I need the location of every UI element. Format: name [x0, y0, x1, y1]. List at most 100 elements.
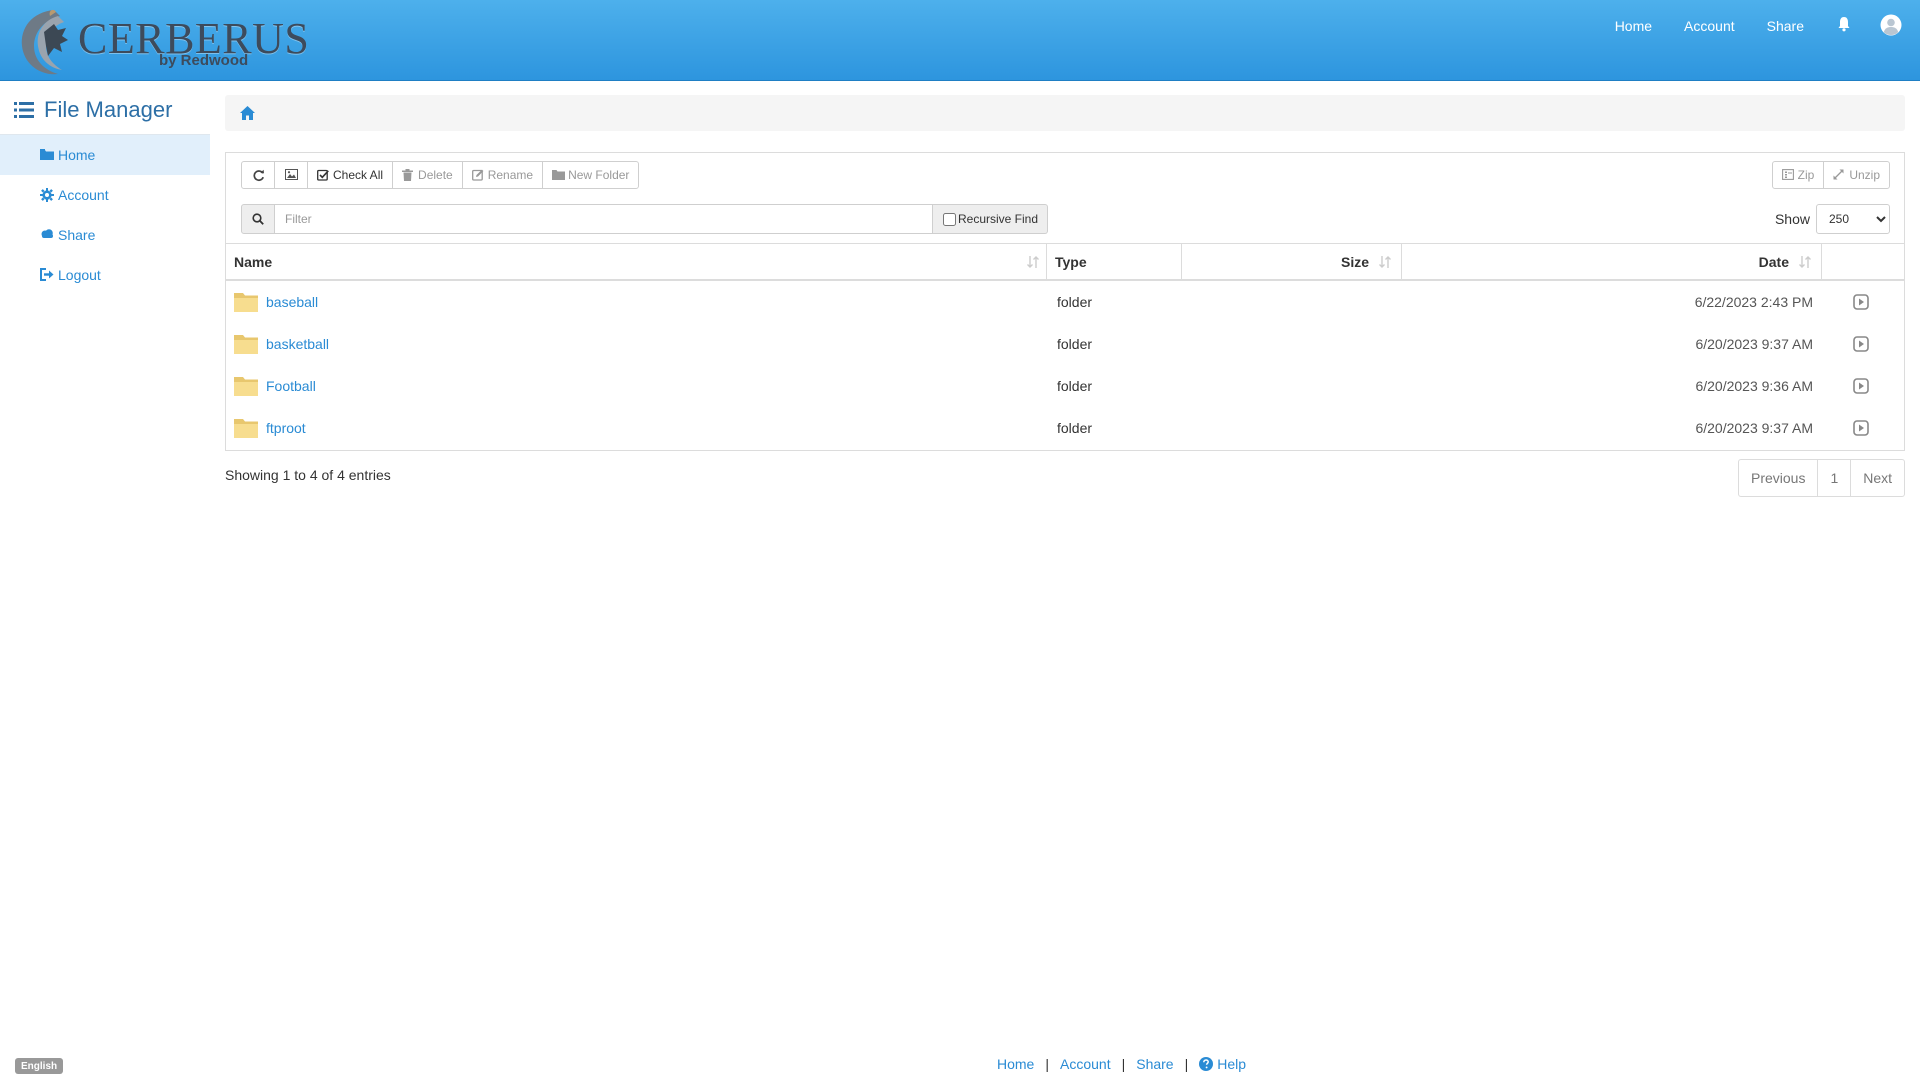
cerberus-logo[interactable]: CERBERUS by Redwood: [14, 6, 309, 78]
sidebar-item-logout[interactable]: Logout: [0, 255, 210, 295]
pagination: Previous 1 Next: [1738, 459, 1906, 497]
row-action-icon[interactable]: [1853, 323, 1869, 365]
nav-home-link[interactable]: Home: [1615, 18, 1652, 34]
unzip-label: Unzip: [1849, 168, 1880, 182]
sidebar-title: File Manager: [44, 97, 173, 122]
row-date: 6/20/2023 9:37 AM: [1695, 420, 1813, 436]
sort-icon[interactable]: [1378, 255, 1392, 269]
cloud-icon: [40, 228, 54, 242]
footer-help-link[interactable]: Help: [1199, 1056, 1246, 1072]
sidebar-item-account[interactable]: Account: [0, 175, 210, 215]
row-name-link[interactable]: basketball: [266, 323, 329, 365]
delete-label: Delete: [418, 168, 453, 182]
row-name-link[interactable]: baseball: [266, 281, 318, 323]
folder-icon: [552, 169, 566, 182]
archive-icon: [1781, 168, 1795, 182]
row-size: [1181, 323, 1371, 365]
row-type: folder: [1057, 420, 1093, 436]
table-row[interactable]: basketball folder 6/20/2023 9:37 AM: [226, 323, 1904, 365]
delete-button[interactable]: Delete: [392, 161, 463, 189]
recursive-find-toggle[interactable]: Recursive Find: [933, 204, 1049, 234]
row-size: [1181, 365, 1371, 407]
refresh-icon: [252, 169, 265, 182]
page-1-button[interactable]: 1: [1817, 459, 1852, 497]
zip-label: Zip: [1797, 168, 1815, 182]
file-toolbar: Check All Delete Rename New Folder: [241, 161, 640, 189]
search-icon: [241, 204, 275, 234]
column-date[interactable]: Date: [1401, 244, 1820, 280]
column-date-label: Date: [1758, 254, 1789, 270]
cerberus-emblem-icon: [21, 9, 68, 75]
show-label: Show: [1774, 211, 1810, 227]
footer-home-link[interactable]: Home: [997, 1056, 1034, 1072]
folder-icon: [40, 148, 54, 162]
refresh-button[interactable]: [241, 161, 275, 189]
footer-links: Home | Account | Share | Help: [997, 1056, 1246, 1072]
column-size-label: Size: [1340, 254, 1369, 270]
check-all-button[interactable]: Check All: [307, 161, 394, 189]
breadcrumb: [225, 95, 1905, 131]
new-folder-button[interactable]: New Folder: [542, 161, 640, 189]
sidebar-item-label: Share: [58, 227, 96, 243]
sidebar: File Manager Home Account Share Logout: [0, 96, 210, 295]
previous-page-button[interactable]: Previous: [1738, 459, 1819, 497]
home-icon[interactable]: [239, 105, 256, 121]
footer-account-link[interactable]: Account: [1060, 1056, 1111, 1072]
question-circle-icon: [1199, 1057, 1214, 1071]
row-date: 6/22/2023 2:43 PM: [1694, 294, 1813, 310]
user-avatar-icon[interactable]: [1880, 14, 1904, 38]
row-name-link[interactable]: Football: [266, 365, 316, 407]
sidebar-item-label: Logout: [58, 267, 101, 283]
bell-icon[interactable]: [1836, 16, 1856, 36]
recursive-find-checkbox[interactable]: [943, 212, 956, 226]
rename-button[interactable]: Rename: [461, 161, 544, 189]
zip-button[interactable]: Zip: [1771, 161, 1825, 189]
next-page-button[interactable]: Next: [1850, 459, 1906, 497]
file-name[interactable]: ftproot: [266, 420, 306, 436]
footer-separator: |: [1121, 1056, 1126, 1072]
nav-account-link[interactable]: Account: [1684, 18, 1735, 34]
table-row[interactable]: ftproot folder 6/20/2023 9:37 AM: [226, 407, 1904, 449]
footer-separator: |: [1045, 1056, 1049, 1072]
filter-row: Recursive Find: [241, 204, 1049, 234]
row-action-icon[interactable]: [1853, 365, 1869, 407]
row-size: [1181, 281, 1371, 323]
recursive-find-label: Recursive Find: [958, 212, 1039, 226]
trash-icon: [402, 168, 415, 182]
row-date: 6/20/2023 9:37 AM: [1695, 336, 1813, 352]
check-all-label: Check All: [333, 168, 384, 182]
row-action-icon[interactable]: [1853, 281, 1869, 323]
footer: English Home | Account | Share | Help: [0, 1052, 1920, 1076]
row-name-link[interactable]: ftproot: [266, 407, 306, 449]
folder-icon: [234, 365, 258, 407]
footer-share-link[interactable]: Share: [1136, 1056, 1173, 1072]
file-name[interactable]: Football: [266, 378, 316, 394]
new-folder-label: New Folder: [568, 168, 630, 182]
file-name[interactable]: basketball: [266, 336, 329, 352]
table-row[interactable]: baseball folder 6/22/2023 2:43 PM: [226, 281, 1904, 323]
filter-input[interactable]: [275, 204, 933, 234]
language-badge[interactable]: English: [15, 1058, 64, 1074]
table-header: Name Type Size Date: [226, 243, 1904, 281]
gallery-view-button[interactable]: [274, 161, 308, 189]
row-action-icon[interactable]: [1853, 407, 1869, 449]
sort-icon[interactable]: [1026, 255, 1040, 269]
logout-icon: [40, 268, 54, 282]
row-type: folder: [1057, 294, 1093, 310]
sidebar-header: File Manager: [0, 96, 210, 124]
column-size[interactable]: Size: [1181, 244, 1400, 280]
sidebar-item-home[interactable]: Home: [0, 135, 210, 175]
column-name[interactable]: Name: [234, 244, 1044, 280]
sidebar-item-share[interactable]: Share: [0, 215, 210, 255]
file-name[interactable]: baseball: [266, 294, 318, 310]
gear-icon: [40, 188, 54, 202]
nav-share-link[interactable]: Share: [1767, 18, 1804, 34]
table-row[interactable]: Football folder 6/20/2023 9:36 AM: [226, 365, 1904, 407]
page-size-select[interactable]: 250: [1816, 204, 1890, 234]
sort-icon[interactable]: [1798, 255, 1812, 269]
column-type[interactable]: Type: [1046, 244, 1180, 280]
sidebar-item-label: Home: [58, 147, 96, 163]
unzip-button[interactable]: Unzip: [1823, 161, 1890, 189]
folder-icon: [234, 281, 258, 323]
image-icon: [284, 168, 298, 182]
